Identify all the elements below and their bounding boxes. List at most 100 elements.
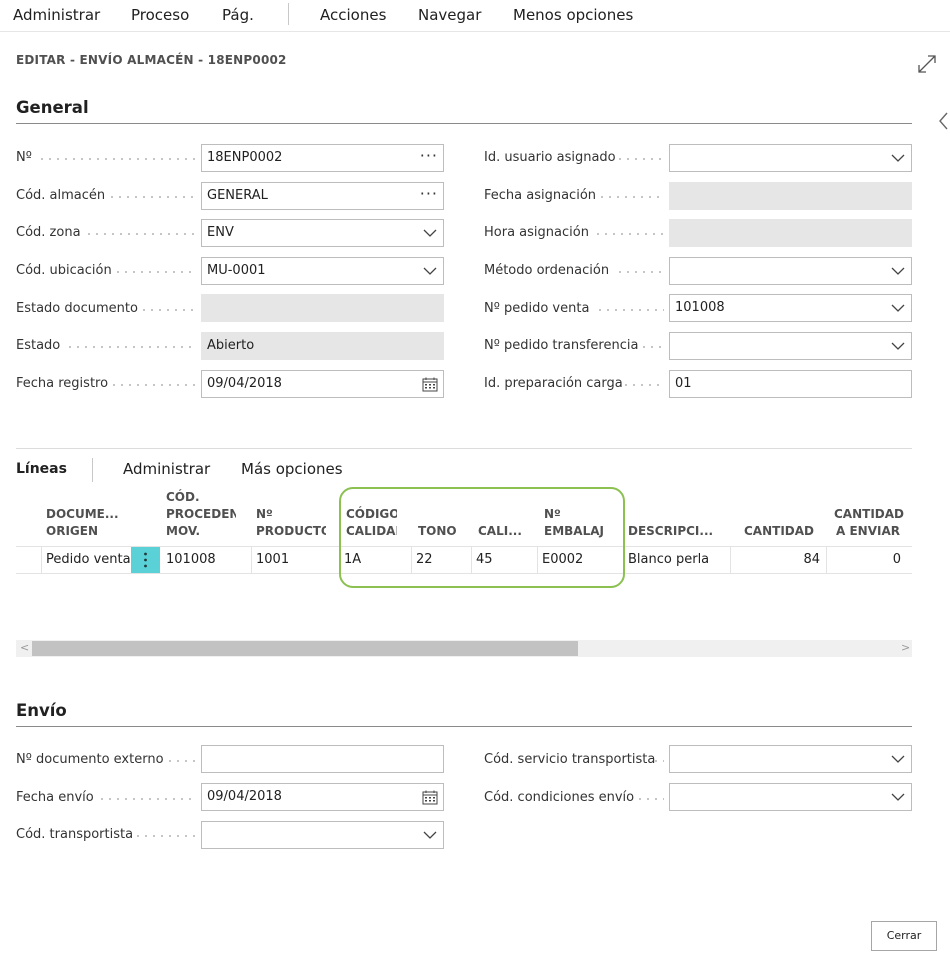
label-leader <box>85 233 196 235</box>
chevron-down-icon[interactable] <box>423 228 437 238</box>
chevron-down-icon[interactable] <box>891 303 905 313</box>
fecha-registro-value: 09/04/2018 <box>207 376 282 391</box>
row-actions-icon[interactable] <box>131 547 160 573</box>
label-leader <box>598 196 664 198</box>
fecha-envio-field[interactable]: 09/04/2018 <box>201 783 444 811</box>
column-header-cantidad[interactable]: CANTIDAD <box>744 506 814 540</box>
label-leader <box>134 835 196 837</box>
fecha-envio-value: 09/04/2018 <box>207 789 282 804</box>
condiciones-envio-select[interactable] <box>669 783 912 811</box>
cod-almacen-field[interactable]: GENERAL ··· <box>201 182 444 210</box>
scroll-right-icon[interactable]: > <box>901 641 910 654</box>
cod-zona-value: ENV <box>207 225 234 240</box>
metodo-ordenacion-select[interactable] <box>669 257 912 285</box>
menu-administrar[interactable]: Administrar <box>13 6 100 24</box>
chevron-down-icon[interactable] <box>423 266 437 276</box>
cell-descripcion[interactable]: Blanco perla <box>624 547 731 573</box>
row-selector[interactable] <box>16 547 42 573</box>
fecha-registro-field[interactable]: 09/04/2018 <box>201 370 444 398</box>
label-leader <box>108 196 196 198</box>
usuario-asignado-select[interactable] <box>669 144 912 172</box>
chevron-down-icon[interactable] <box>891 792 905 802</box>
menu-acciones[interactable]: Acciones <box>320 6 386 24</box>
estado-field: Abierto <box>201 332 444 360</box>
cod-almacen-value: GENERAL <box>207 188 268 203</box>
pedido-venta-select[interactable]: 101008 <box>669 294 912 322</box>
cell-cantidad[interactable]: 84 <box>731 547 827 573</box>
label-leader <box>652 760 664 762</box>
header-line: CANTIDAD <box>744 524 814 538</box>
expand-icon[interactable] <box>915 52 939 76</box>
no-field[interactable]: 18ENP0002 ··· <box>201 144 444 172</box>
label-leader <box>636 798 664 800</box>
close-button[interactable]: Cerrar <box>871 921 937 951</box>
label-leader <box>594 233 664 235</box>
field-label-servicio-transportista: Cód. servicio transportista <box>484 752 656 767</box>
estado-value: Abierto <box>207 338 255 353</box>
menu-proceso[interactable]: Proceso <box>131 6 189 24</box>
column-header-cantidad-enviar[interactable]: CANTIDAD A ENVIAR <box>834 506 904 540</box>
header-line: A ENVIAR <box>836 524 900 538</box>
header-line: DOCUME... <box>46 507 119 521</box>
section-title-general: General <box>16 98 89 117</box>
calendar-icon[interactable] <box>422 377 438 392</box>
label-leader <box>616 158 664 160</box>
field-label-fecha-registro: Fecha registro <box>16 376 109 391</box>
header-line <box>744 506 814 523</box>
hora-asignacion-field <box>669 219 912 247</box>
chevron-down-icon[interactable] <box>891 153 905 163</box>
cod-transportista-select[interactable] <box>201 821 444 849</box>
cell-cantidad-enviar[interactable]: 0 <box>827 547 907 573</box>
menu-navegar[interactable]: Navegar <box>418 6 481 24</box>
servicio-transportista-select[interactable] <box>669 745 912 773</box>
chevron-down-icon[interactable] <box>891 266 905 276</box>
ellipsis-icon[interactable]: ··· <box>420 183 438 205</box>
menu-menos-opciones[interactable]: Menos opciones <box>513 6 633 24</box>
scroll-left-icon[interactable]: < <box>20 641 29 654</box>
menu-separator <box>288 3 289 25</box>
column-header-cod-procedencia[interactable]: CÓD. PROCEDEN MOV. <box>166 489 236 540</box>
field-label-cod-transportista: Cód. transportista <box>16 827 134 842</box>
lines-separator <box>92 458 93 482</box>
field-label-cod-almacen: Cód. almacén <box>16 188 106 203</box>
chevron-left-icon[interactable] <box>936 111 950 131</box>
highlight-frame <box>339 487 625 588</box>
label-leader <box>114 271 196 273</box>
preparacion-carga-value: 01 <box>675 376 692 391</box>
scrollbar-thumb[interactable] <box>32 641 578 656</box>
preparacion-carga-field[interactable]: 01 <box>669 370 912 398</box>
field-label-cod-zona: Cód. zona <box>16 225 81 240</box>
pedido-transferencia-select[interactable] <box>669 332 912 360</box>
section-divider <box>16 726 912 727</box>
chevron-down-icon[interactable] <box>891 341 905 351</box>
field-label-estado-documento: Estado documento <box>16 301 138 316</box>
calendar-icon[interactable] <box>422 790 438 805</box>
section-divider <box>16 123 912 124</box>
documento-externo-field[interactable] <box>201 745 444 773</box>
tab-mas-opciones[interactable]: Más opciones <box>241 460 343 478</box>
label-leader <box>596 309 664 311</box>
cell-cod-procedencia[interactable]: 101008 <box>162 547 252 573</box>
field-label-condiciones-envio: Cód. condiciones envío <box>484 790 635 805</box>
chevron-down-icon[interactable] <box>891 754 905 764</box>
cod-ubicacion-select[interactable]: MU-0001 <box>201 257 444 285</box>
cell-documento-origen[interactable]: Pedido venta <box>42 547 131 573</box>
cod-zona-select[interactable]: ENV <box>201 219 444 247</box>
label-leader <box>98 798 196 800</box>
cod-ubicacion-value: MU-0001 <box>207 263 266 278</box>
menu-pag[interactable]: Pág. <box>222 6 254 24</box>
action-bar: Administrar Proceso Pág. Acciones Navega… <box>0 0 950 32</box>
column-header-documento-origen[interactable]: DOCUME... ORIGEN <box>46 506 119 540</box>
header-line: MOV. <box>166 524 201 538</box>
label-leader <box>166 760 196 762</box>
ellipsis-icon[interactable]: ··· <box>420 145 438 167</box>
tab-administrar[interactable]: Administrar <box>123 460 210 478</box>
header-line: PRODUCTO <box>256 524 326 538</box>
header-line: ORIGEN <box>46 524 98 538</box>
header-line: DESCRIPCI... <box>628 524 714 538</box>
tab-lineas[interactable]: Líneas <box>16 461 67 477</box>
column-header-descripcion[interactable]: DESCRIPCI... <box>628 506 713 540</box>
column-header-producto[interactable]: Nº PRODUCTO <box>256 506 326 540</box>
chevron-down-icon[interactable] <box>423 830 437 840</box>
cell-producto[interactable]: 1001 <box>252 547 340 573</box>
